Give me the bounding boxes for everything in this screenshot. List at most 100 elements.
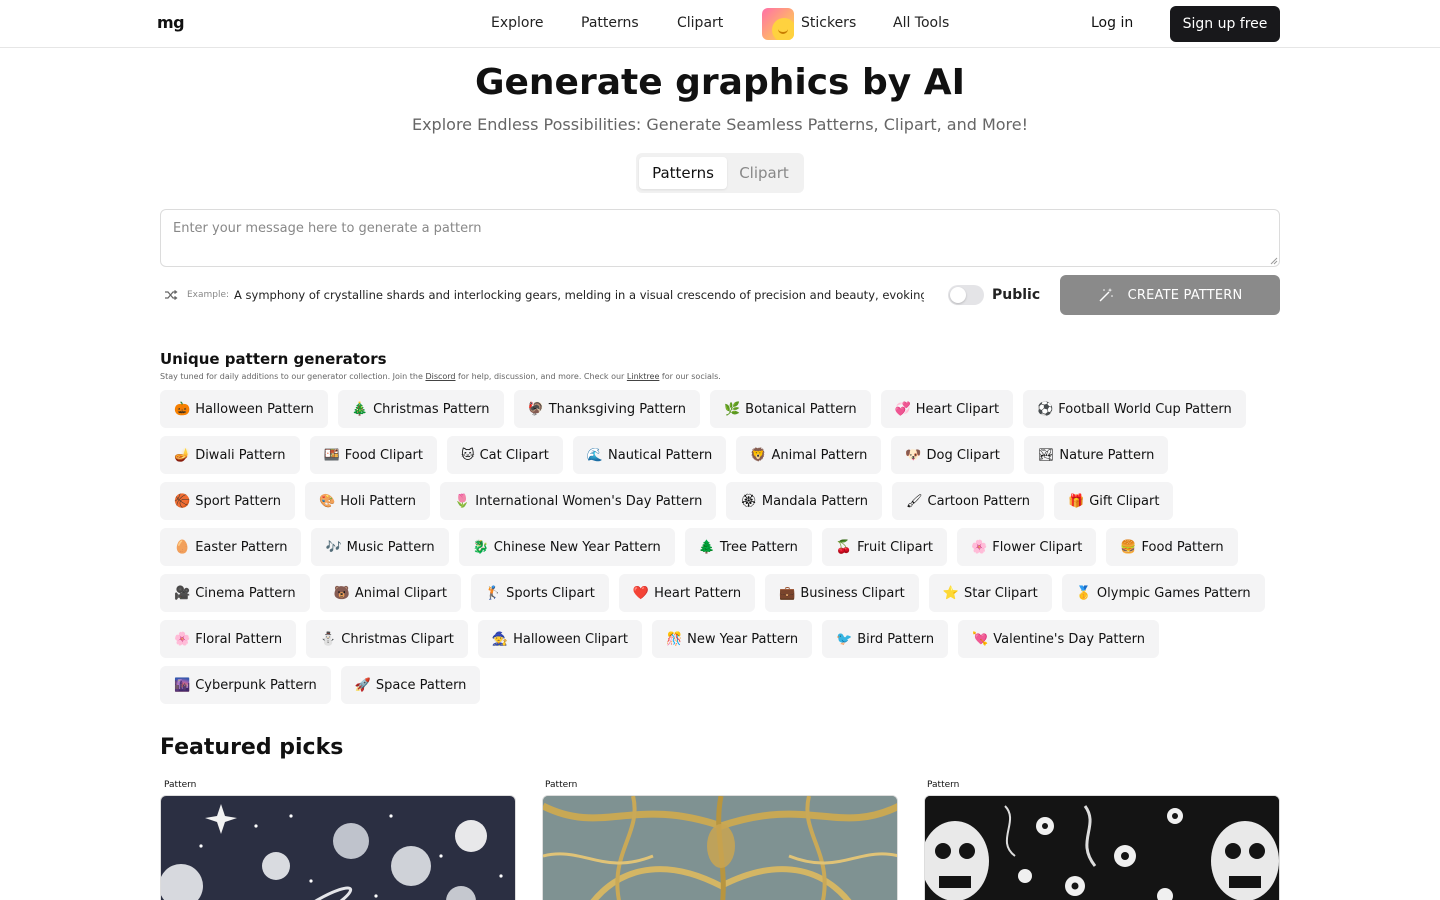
nav-stickers[interactable]: Stickers [801,15,856,31]
generator-chip[interactable]: 🧙 Halloween Clipart [477,620,642,658]
chip-emoji-icon: 🐱 [461,447,475,463]
generator-chip[interactable]: 🎁 Gift Clipart [1054,482,1174,520]
generator-chip[interactable]: 🎶 Music Pattern [311,528,449,566]
generator-chip[interactable]: 🏵 Mandala Pattern [726,482,882,520]
generator-chip[interactable]: 🚀 Space Pattern [340,666,481,704]
signup-button[interactable]: Sign up free [1170,6,1280,42]
chip-label: Nature Pattern [1059,447,1155,463]
chip-label: Food Pattern [1141,539,1224,555]
site-logo[interactable]: mg [157,13,185,32]
stickers-icon[interactable] [762,8,794,40]
create-pattern-button[interactable]: CREATE PATTERN [1060,275,1280,315]
generator-chip[interactable]: 🌸 Floral Pattern [160,620,297,658]
chip-label: Cinema Pattern [195,585,296,601]
generator-chip[interactable]: 🐦 Bird Pattern [822,620,949,658]
example-prompt[interactable]: A symphony of crystalline shards and int… [234,288,924,302]
card-type-label: Pattern [927,780,960,790]
chip-emoji-icon: 🧙 [491,631,509,647]
chip-emoji-icon: ⚽ [1037,401,1054,417]
generator-chip[interactable]: 🏞 Nature Pattern [1023,436,1169,474]
generators-note: Stay tuned for daily additions to our ge… [160,372,721,381]
generator-chip[interactable]: 🍔 Food Pattern [1106,528,1238,566]
chip-emoji-icon: 💼 [779,585,796,601]
generator-chip[interactable]: 🍒 Fruit Clipart [821,528,948,566]
generator-chip[interactable]: 🎥 Cinema Pattern [160,574,310,612]
generator-chip[interactable]: 🐉 Chinese New Year Pattern [458,528,675,566]
resize-grip-icon[interactable] [1270,257,1278,265]
generator-chip[interactable]: 🥇 Olympic Games Pattern [1061,574,1265,612]
nav-clipart[interactable]: Clipart [677,15,723,31]
generator-chip[interactable]: ❤️ Heart Pattern [618,574,756,612]
generator-chip[interactable]: ⛄ Christmas Clipart [306,620,468,658]
generator-chip[interactable]: 🌆 Cyberpunk Pattern [160,666,331,704]
shuffle-icon[interactable] [164,289,178,301]
tab-clipart[interactable]: Clipart [728,157,800,189]
generator-chip[interactable]: 🎃 Halloween Pattern [160,390,328,428]
nav-patterns[interactable]: Patterns [581,15,639,31]
linktree-link[interactable]: Linktree [627,372,659,381]
chip-emoji-icon: 🎶 [325,539,342,555]
chip-label: Dog Clipart [926,447,1000,463]
generator-chip[interactable]: ⭐ Star Clipart [928,574,1052,612]
chip-emoji-icon: 🌸 [174,631,191,647]
chip-label: Heart Clipart [915,401,1000,417]
chip-label: Halloween Pattern [195,401,314,417]
chip-emoji-icon: 🪔 [174,447,191,463]
chip-emoji-icon: 🖌 [905,493,923,509]
chip-label: Sports Clipart [506,585,595,601]
gold-ornament-thumbnail [543,796,897,900]
featured-card-space[interactable] [160,795,516,900]
generator-chip[interactable]: 🥚 Easter Pattern [160,528,302,566]
generator-chip[interactable]: 💘 Valentine's Day Pattern [958,620,1159,658]
public-toggle[interactable] [948,285,984,305]
tab-patterns[interactable]: Patterns [639,157,727,189]
note-text-1: Stay tuned for daily additions to our ge… [160,372,426,381]
chip-emoji-icon: 🎄 [351,401,369,417]
chip-emoji-icon: ⭐ [942,585,959,601]
generator-chip[interactable]: 🏀 Sport Pattern [160,482,295,520]
generator-chip[interactable]: 🍱 Food Clipart [309,436,438,474]
generator-chip[interactable]: 🐱 Cat Clipart [447,436,563,474]
example-label: Example: [187,290,230,300]
chip-label: Cat Clipart [479,447,549,463]
chip-emoji-icon: 🥇 [1075,585,1092,601]
generator-chip[interactable]: ⚽ Football World Cup Pattern [1023,390,1246,428]
chip-emoji-icon: 🐶 [905,447,922,463]
chip-label: Diwali Pattern [195,447,286,463]
generator-chip[interactable]: 🖌 Cartoon Pattern [891,482,1045,520]
generator-chip[interactable]: 🎄 Christmas Pattern [337,390,504,428]
chip-label: Halloween Clipart [513,631,628,647]
generator-chip[interactable]: 🪔 Diwali Pattern [160,436,300,474]
generator-chip[interactable]: 🐻 Animal Clipart [319,574,461,612]
chip-label: Cyberpunk Pattern [195,677,317,693]
discord-link[interactable]: Discord [425,372,455,381]
generator-chip[interactable]: 🦁 Animal Pattern [736,436,882,474]
featured-card-skulls[interactable] [924,795,1280,900]
featured-card-gold[interactable] [542,795,898,900]
chip-label: Sport Pattern [195,493,281,509]
chip-emoji-icon: 🏀 [174,493,191,509]
generator-chip[interactable]: 🦃 Thanksgiving Pattern [513,390,700,428]
nav-all-tools[interactable]: All Tools [893,15,949,31]
generator-chip[interactable]: 🌊 Nautical Pattern [572,436,727,474]
chip-emoji-icon: 🦁 [750,447,767,463]
generator-chip[interactable]: 🐶 Dog Clipart [891,436,1014,474]
generator-chip[interactable]: 🌷 International Women's Day Pattern [440,482,717,520]
prompt-input[interactable] [160,209,1280,267]
generator-chip[interactable]: 🏌 Sports Clipart [470,574,609,612]
login-link[interactable]: Log in [1091,15,1133,31]
chip-label: Nautical Pattern [608,447,713,463]
generator-chip[interactable]: 💼 Business Clipart [765,574,919,612]
nav-explore[interactable]: Explore [491,15,544,31]
chip-label: Bird Pattern [857,631,935,647]
generator-chip[interactable]: 🎊 New Year Pattern [651,620,813,658]
toggle-knob [950,287,966,303]
chip-emoji-icon: 🎨 [319,493,336,509]
chip-emoji-icon: 🌸 [971,539,988,555]
chip-emoji-icon: 🎃 [174,401,191,417]
generator-chip[interactable]: 🎨 Holi Pattern [305,482,431,520]
generator-chip[interactable]: 🌲 Tree Pattern [684,528,812,566]
generator-chip[interactable]: 🌸 Flower Clipart [957,528,1097,566]
generator-chip[interactable]: 💞 Heart Clipart [880,390,1014,428]
generator-chip[interactable]: 🌿 Botanical Pattern [709,390,871,428]
